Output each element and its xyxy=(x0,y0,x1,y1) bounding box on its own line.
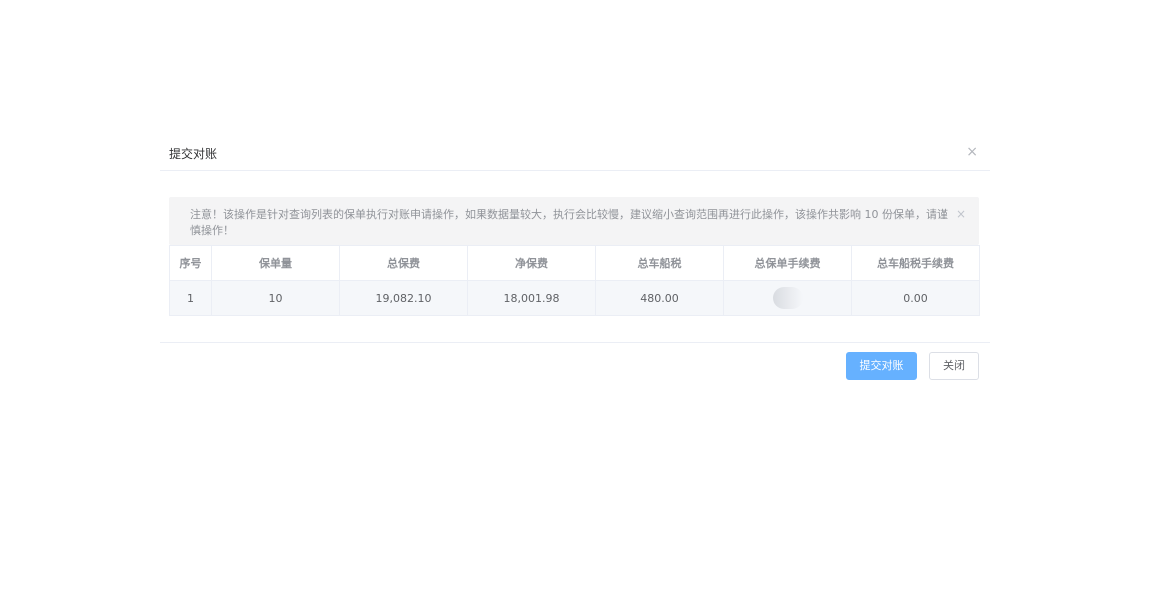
col-header-vehicle-tax-fee: 总车船税手续费 xyxy=(851,245,980,281)
col-header-net-premium: 净保费 xyxy=(467,245,596,281)
col-header-policy-count: 保单量 xyxy=(211,245,340,281)
close-button[interactable]: 关闭 xyxy=(929,352,979,380)
cell-policy-fee xyxy=(723,280,852,316)
dialog-title: 提交对账 xyxy=(169,147,218,161)
submit-reconciliation-button[interactable]: 提交对账 xyxy=(846,352,917,380)
warning-alert: 注意！该操作是针对查询列表的保单执行对账申请操作，如果数据量较大，执行会比较慢，… xyxy=(169,197,979,245)
redacted-value xyxy=(772,287,803,309)
cell-vehicle-tax-fee: 0.00 xyxy=(851,280,980,316)
footer-divider xyxy=(160,342,990,343)
alert-message: 注意！该操作是针对查询列表的保单执行对账申请操作，如果数据量较大，执行会比较慢，… xyxy=(190,208,948,237)
cell-net-premium: 18,001.98 xyxy=(467,280,596,316)
dialog-header: 提交对账 × xyxy=(160,136,990,171)
table-header-row: 序号 保单量 总保费 净保费 总车船税 总保单手续费 总车船税手续费 xyxy=(169,245,980,281)
submit-reconciliation-dialog: 提交对账 × 注意！该操作是针对查询列表的保单执行对账申请操作，如果数据量较大，… xyxy=(160,136,990,396)
cell-policy-count: 10 xyxy=(211,280,340,316)
alert-close-icon[interactable]: × xyxy=(956,207,966,221)
cell-index: 1 xyxy=(169,280,212,316)
col-header-policy-fee: 总保单手续费 xyxy=(723,245,852,281)
col-header-index: 序号 xyxy=(169,245,212,281)
dialog-close-icon[interactable]: × xyxy=(966,144,978,160)
cell-total-premium: 19,082.10 xyxy=(339,280,468,316)
col-header-vehicle-tax: 总车船税 xyxy=(595,245,724,281)
table-row: 1 10 19,082.10 18,001.98 480.00 0.00 xyxy=(169,280,980,316)
cell-vehicle-tax: 480.00 xyxy=(595,280,724,316)
col-header-total-premium: 总保费 xyxy=(339,245,468,281)
summary-table: 序号 保单量 总保费 净保费 总车船税 总保单手续费 总车船税手续费 1 10 … xyxy=(169,245,980,316)
